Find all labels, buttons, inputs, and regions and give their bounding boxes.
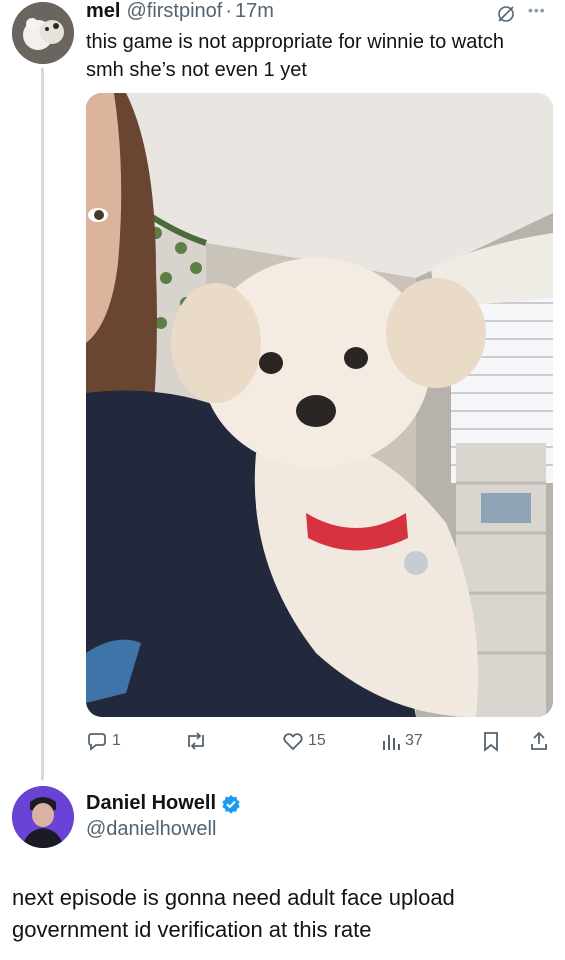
reply-text: next episode is gonna need adult face up… <box>12 885 455 942</box>
retweet-icon <box>188 732 204 750</box>
reply-author-name[interactable]: Daniel Howell <box>86 792 216 815</box>
bookmark-icon <box>484 732 498 752</box>
avatar-image <box>12 2 74 64</box>
tweet-time[interactable]: 17m <box>235 0 274 23</box>
avatar-image <box>12 786 74 848</box>
reply-author-avatar[interactable] <box>12 786 74 848</box>
heart-icon <box>283 733 303 751</box>
tweet-header: mel @firstpinof · 17m <box>86 0 274 26</box>
author-handle[interactable]: @firstpinof <box>126 0 222 23</box>
author-avatar[interactable] <box>12 2 74 64</box>
verified-badge-icon <box>222 794 240 814</box>
tweet-photo[interactable] <box>86 93 553 717</box>
reply-action[interactable]: 1 <box>86 730 121 752</box>
reply-author-row: Daniel Howell <box>86 792 241 815</box>
views-count: 37 <box>405 732 423 749</box>
like-action[interactable]: 15 <box>282 730 326 752</box>
like-count: 15 <box>308 732 326 749</box>
thread-line <box>41 68 44 780</box>
reply-author-handle[interactable]: @danielhowell <box>86 818 216 841</box>
views-icon <box>383 735 400 750</box>
share-icon <box>531 731 547 750</box>
retweet-action[interactable] <box>184 730 208 752</box>
more-icon[interactable]: ••• <box>528 2 546 18</box>
bookmark-action[interactable] <box>481 730 501 752</box>
share-action[interactable] <box>529 730 549 752</box>
views-action[interactable]: 37 <box>381 730 423 752</box>
separator-dot: · <box>225 0 233 22</box>
tweet-text: this game is not appropriate for winnie … <box>86 31 504 81</box>
mute-icon[interactable] <box>496 4 516 24</box>
reply-icon <box>88 733 106 751</box>
author-name[interactable]: mel <box>86 0 120 23</box>
reply-count: 1 <box>112 732 121 749</box>
dog-photo-illustration <box>86 93 553 717</box>
